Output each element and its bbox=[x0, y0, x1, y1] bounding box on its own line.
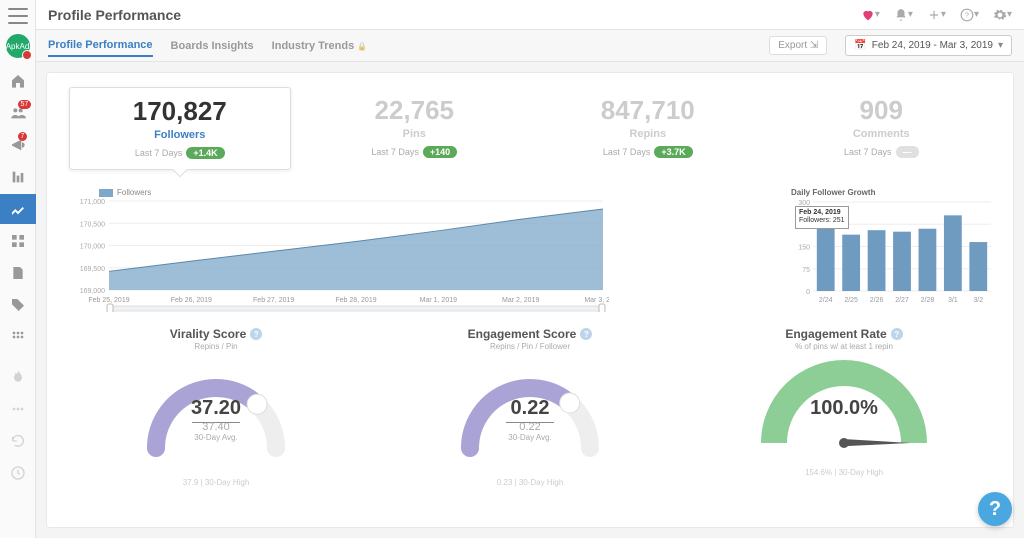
kpi-value: 847,710 bbox=[542, 95, 754, 126]
sidebar-item-audience[interactable]: 57 bbox=[0, 98, 36, 128]
gear-icon[interactable]: ▾ bbox=[993, 8, 1012, 22]
kpi-label: Repins bbox=[542, 128, 754, 140]
gauge-footer: 37.9 | 30-Day High bbox=[69, 478, 363, 487]
sidebar-item-grid[interactable] bbox=[0, 226, 36, 256]
gauge-subtitle: Repins / Pin bbox=[69, 342, 363, 351]
svg-text:Feb 26, 2019: Feb 26, 2019 bbox=[171, 297, 212, 304]
top-icons: ▾ ▾ ▾ ? ▾ ▾ bbox=[861, 8, 1012, 22]
sidebar-item-home[interactable] bbox=[0, 66, 36, 96]
svg-text:3/1: 3/1 bbox=[948, 297, 958, 304]
svg-text:170,500: 170,500 bbox=[80, 221, 105, 228]
gauge-title: Engagement Score ? bbox=[468, 327, 593, 341]
svg-text:2/25: 2/25 bbox=[844, 297, 858, 304]
svg-text:Mar 3, 2019: Mar 3, 2019 bbox=[584, 297, 609, 304]
kpi-label: Pins bbox=[309, 128, 521, 140]
kpi-comments[interactable]: 909 Comments Last 7 Days — bbox=[772, 87, 992, 170]
gauge-footer: 154.6% | 30-Day High bbox=[697, 468, 991, 477]
help-icon[interactable]: ? bbox=[250, 328, 262, 340]
svg-text:169,500: 169,500 bbox=[80, 266, 105, 273]
help-icon[interactable]: ? bbox=[891, 328, 903, 340]
gauge-engagement-rate: Engagement Rate ? % of pins w/ at least … bbox=[697, 327, 991, 487]
bar-chart-title: Daily Follower Growth bbox=[791, 188, 991, 197]
kpi-value: 909 bbox=[776, 95, 988, 126]
kpi-value: 170,827 bbox=[74, 96, 286, 127]
svg-text:Feb 25, 2019: Feb 25, 2019 bbox=[88, 297, 129, 304]
avatar[interactable]: ApkAd bbox=[6, 34, 30, 58]
export-button[interactable]: Export ⇲ bbox=[769, 36, 827, 55]
sidebar-item-doc[interactable] bbox=[0, 258, 36, 288]
daily-follower-growth-chart: Daily Follower Growth 0751502253002/242/… bbox=[791, 188, 991, 315]
svg-text:3/2: 3/2 bbox=[973, 297, 983, 304]
bell-icon[interactable]: ▾ bbox=[894, 8, 913, 22]
floating-help-button[interactable]: ? bbox=[978, 492, 1012, 526]
kpi-label: Followers bbox=[74, 129, 286, 141]
kpi-repins[interactable]: 847,710 Repins Last 7 Days +3.7K bbox=[538, 87, 758, 170]
kpi-label: Comments bbox=[776, 128, 988, 140]
left-sidebar: ApkAd 57 7 bbox=[0, 0, 36, 538]
svg-text:75: 75 bbox=[802, 267, 810, 274]
bar-chart-tooltip: Feb 24, 2019Followers: 251 bbox=[795, 206, 849, 229]
sidebar-item-apps[interactable] bbox=[0, 322, 36, 352]
svg-text:Mar 1, 2019: Mar 1, 2019 bbox=[420, 297, 457, 304]
svg-text:2/28: 2/28 bbox=[921, 297, 935, 304]
svg-text:169,000: 169,000 bbox=[80, 288, 105, 295]
sidebar-item-charts[interactable] bbox=[0, 162, 36, 192]
heart-icon[interactable]: ▾ bbox=[861, 8, 880, 22]
svg-text:Feb 28, 2019: Feb 28, 2019 bbox=[335, 297, 376, 304]
kpi-value: 22,765 bbox=[309, 95, 521, 126]
help-icon[interactable]: ? ▾ bbox=[960, 8, 979, 22]
svg-text:0: 0 bbox=[806, 289, 810, 296]
dashboard-panel: 170,827 Followers Last 7 Days +1.4K22,76… bbox=[46, 72, 1014, 528]
plus-icon[interactable]: ▾ bbox=[927, 8, 946, 22]
svg-text:2/24: 2/24 bbox=[819, 297, 833, 304]
kpi-row: 170,827 Followers Last 7 Days +1.4K22,76… bbox=[69, 87, 991, 170]
svg-text:2/27: 2/27 bbox=[895, 297, 909, 304]
line-chart-legend: Followers bbox=[99, 188, 761, 197]
gauge-value: 100.0% bbox=[697, 397, 991, 420]
gauges-row: Virality Score ? Repins / Pin 37.20 37.4… bbox=[69, 327, 991, 487]
kpi-sub: Last 7 Days +3.7K bbox=[542, 146, 754, 158]
secondary-bar: Profile Performance Boards Insights Indu… bbox=[36, 30, 1024, 62]
tab-boards-insights[interactable]: Boards Insights bbox=[171, 36, 254, 56]
date-range-picker[interactable]: 📅 Feb 24, 2019 - Mar 3, 2019 bbox=[845, 35, 1012, 56]
sidebar-item-fire[interactable] bbox=[0, 362, 36, 392]
gauge-subtitle: % of pins w/ at least 1 repin bbox=[697, 342, 991, 351]
page-title: Profile Performance bbox=[48, 7, 851, 23]
gauge-footer: 0.23 | 30-Day High bbox=[383, 478, 677, 487]
gauge-avg: 37.4030-Day Avg. bbox=[69, 421, 363, 442]
kpi-sub: Last 7 Days — bbox=[776, 146, 988, 158]
topbar: Profile Performance ▾ ▾ ▾ ? ▾ ▾ bbox=[36, 0, 1024, 30]
gauge-engagement-score: Engagement Score ? Repins / Pin / Follow… bbox=[383, 327, 677, 487]
kpi-sub: Last 7 Days +140 bbox=[309, 146, 521, 158]
gauge-title: Engagement Rate ? bbox=[785, 327, 902, 341]
svg-text:Mar 2, 2019: Mar 2, 2019 bbox=[502, 297, 539, 304]
gauge-subtitle: Repins / Pin / Follower bbox=[383, 342, 677, 351]
menu-icon[interactable] bbox=[8, 8, 28, 24]
svg-text:Feb 27, 2019: Feb 27, 2019 bbox=[253, 297, 294, 304]
sidebar-item-campaigns[interactable]: 7 bbox=[0, 130, 36, 160]
sidebar-item-clock[interactable] bbox=[0, 458, 36, 488]
followers-line-chart: Followers 169,000 169,500 170,000 170,500 17… bbox=[69, 188, 761, 315]
kpi-followers[interactable]: 170,827 Followers Last 7 Days +1.4K bbox=[69, 87, 291, 170]
kpi-pins[interactable]: 22,765 Pins Last 7 Days +140 bbox=[305, 87, 525, 170]
gauge-avg: 0.2230-Day Avg. bbox=[383, 421, 677, 442]
svg-text:170,000: 170,000 bbox=[80, 244, 105, 251]
svg-text:171,000: 171,000 bbox=[80, 199, 105, 206]
svg-text:2/26: 2/26 bbox=[870, 297, 884, 304]
sidebar-item-tag[interactable] bbox=[0, 290, 36, 320]
help-icon[interactable]: ? bbox=[580, 328, 592, 340]
sidebar-item-dots[interactable] bbox=[0, 394, 36, 424]
gauge-title: Virality Score ? bbox=[170, 327, 263, 341]
tab-industry-trends[interactable]: Industry Trends bbox=[272, 36, 368, 56]
main-column: Profile Performance ▾ ▾ ▾ ? ▾ ▾ Profile … bbox=[36, 0, 1024, 538]
sidebar-item-analytics[interactable] bbox=[0, 194, 36, 224]
svg-text:?: ? bbox=[965, 12, 969, 19]
svg-text:150: 150 bbox=[798, 245, 810, 252]
sidebar-item-refresh[interactable] bbox=[0, 426, 36, 456]
gauge-virality-score: Virality Score ? Repins / Pin 37.20 37.4… bbox=[69, 327, 363, 487]
tab-profile-performance[interactable]: Profile Performance bbox=[48, 35, 153, 57]
kpi-sub: Last 7 Days +1.4K bbox=[74, 147, 286, 159]
